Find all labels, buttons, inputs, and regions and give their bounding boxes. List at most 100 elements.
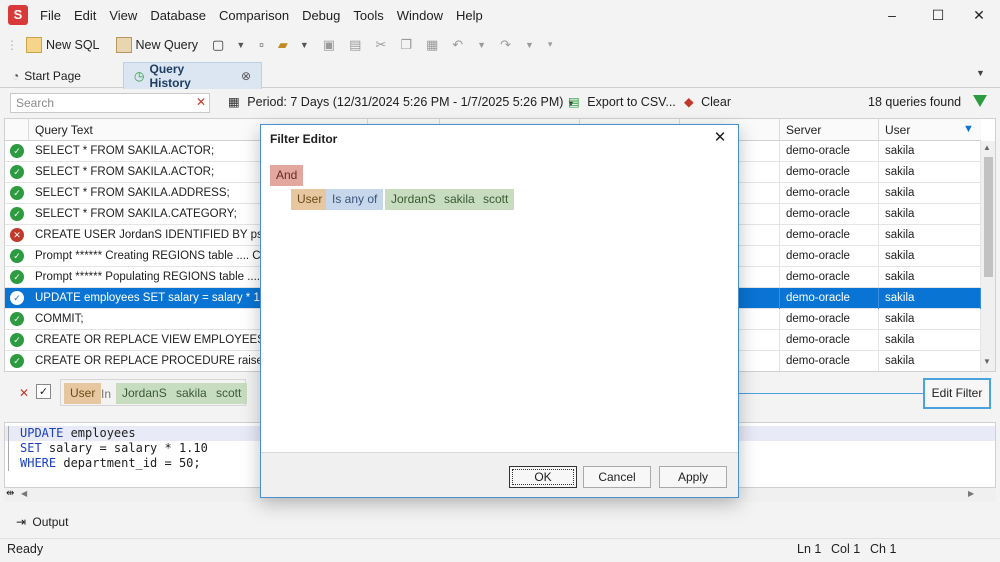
server-cell: demo-oracle xyxy=(780,267,879,288)
tab-start-page[interactable]: ◔ Start Page xyxy=(2,62,91,89)
edit-filter-button[interactable]: Edit Filter xyxy=(923,378,991,409)
filter-tree: And User Is any of JordanS sakila scott xyxy=(261,153,738,452)
condition-field-chip[interactable]: User xyxy=(291,189,329,210)
success-status-icon: ✓ xyxy=(10,186,24,200)
tab-list-chevron-icon[interactable]: ▼ xyxy=(976,68,985,78)
tab-query-history-label: Query History xyxy=(149,62,191,90)
status-column-header[interactable] xyxy=(5,119,29,141)
fold-marker[interactable] xyxy=(5,426,9,471)
user-cell: sakila xyxy=(879,351,981,371)
server-cell: demo-oracle xyxy=(780,246,879,267)
condition-value-chip[interactable]: scott xyxy=(477,189,515,210)
calendar-icon: ▦ xyxy=(228,95,240,109)
queries-found-count: 18 queries found xyxy=(868,95,962,109)
status-ready: Ready xyxy=(7,542,44,556)
menu-help[interactable]: Help xyxy=(456,8,483,23)
server-column-header[interactable]: Server xyxy=(780,119,879,141)
minimize-button[interactable]: – xyxy=(882,5,902,25)
server-cell: demo-oracle xyxy=(780,225,879,246)
user-cell: sakila xyxy=(879,309,981,330)
save-all-icon[interactable]: ▤ xyxy=(349,37,361,53)
period-label: Period: 7 Days (12/31/2024 5:26 PM - 1/7… xyxy=(247,95,564,109)
scrollbar-thumb[interactable] xyxy=(984,157,993,277)
redo-icon[interactable]: ↷ xyxy=(500,37,511,53)
clear-label: Clear xyxy=(701,95,731,109)
group-operator-chip[interactable]: And xyxy=(270,165,304,186)
save-icon[interactable]: ▣ xyxy=(323,37,335,53)
menu-debug[interactable]: Debug xyxy=(302,8,340,23)
chevron-down-icon[interactable]: ▼ xyxy=(300,40,309,50)
split-icon[interactable]: ⇹ xyxy=(6,488,14,499)
new-document-icon[interactable]: ▢ xyxy=(212,37,224,53)
scroll-down-icon[interactable]: ▼ xyxy=(983,357,991,366)
menu-comparison[interactable]: Comparison xyxy=(219,8,289,23)
dialog-close-icon[interactable]: ✕ xyxy=(711,129,729,147)
chevron-down-icon[interactable]: ▼ xyxy=(525,40,534,50)
apply-button[interactable]: Apply xyxy=(659,466,727,488)
cancel-button[interactable]: Cancel xyxy=(583,466,651,488)
app-logo-icon[interactable]: S xyxy=(8,5,28,25)
condition-value-chip[interactable]: sakila xyxy=(438,189,481,210)
new-sql-icon xyxy=(26,36,42,53)
chevron-down-icon[interactable]: ▼ xyxy=(477,40,486,50)
open-folder-icon[interactable]: ▰ xyxy=(278,37,288,53)
error-status-icon: ✕ xyxy=(10,228,24,242)
server-cell: demo-oracle xyxy=(780,162,879,183)
filter-value-chip: JordanS xyxy=(116,383,173,404)
new-file-icon[interactable]: ▫ xyxy=(259,37,264,52)
dialog-footer: OK Cancel Apply xyxy=(261,452,738,497)
new-query-button[interactable]: New Query xyxy=(115,36,199,53)
menu-tools[interactable]: Tools xyxy=(353,8,383,23)
undo-icon[interactable]: ↶ xyxy=(452,37,463,53)
close-tab-icon[interactable]: ⊗ xyxy=(241,69,251,83)
toolbar-overflow-icon[interactable]: ▾ xyxy=(548,39,553,50)
tab-query-history[interactable]: ◷ Query History ⊗ xyxy=(123,62,262,90)
clear-button[interactable]: ◆ Clear xyxy=(684,94,731,109)
user-cell: sakila xyxy=(879,246,981,267)
success-status-icon: ✓ xyxy=(10,333,24,347)
clear-search-icon[interactable]: ✕ xyxy=(196,95,206,109)
collapse-arrow-icon[interactable] xyxy=(973,95,987,107)
scroll-right-icon[interactable]: ▶ xyxy=(968,489,974,498)
history-icon: ◷ xyxy=(134,69,145,83)
paste-icon[interactable]: ▦ xyxy=(426,37,438,53)
remove-filter-icon[interactable]: ✕ xyxy=(19,386,29,400)
success-status-icon: ✓ xyxy=(10,291,24,305)
ok-button[interactable]: OK xyxy=(509,466,577,488)
export-label: Export to CSV... xyxy=(587,95,676,109)
menu-bar: File Edit View Database Comparison Debug… xyxy=(40,0,496,30)
cut-icon[interactable]: ✂ xyxy=(375,37,386,53)
new-sql-label: New SQL xyxy=(46,37,100,52)
server-cell: demo-oracle xyxy=(780,141,879,162)
menu-database[interactable]: Database xyxy=(150,8,206,23)
new-query-label: New Query xyxy=(135,37,199,52)
csv-icon: ▤ xyxy=(568,95,580,109)
export-csv-button[interactable]: ▤ Export to CSV... xyxy=(568,94,676,109)
user-cell: sakila xyxy=(879,162,981,183)
new-sql-button[interactable]: New SQL xyxy=(26,36,100,53)
sql-line-1: UPDATE employees xyxy=(20,426,136,440)
scroll-up-icon[interactable]: ▲ xyxy=(983,143,991,152)
menu-edit[interactable]: Edit xyxy=(74,8,96,23)
server-cell: demo-oracle xyxy=(780,351,879,371)
menu-window[interactable]: Window xyxy=(397,8,443,23)
condition-value-chip[interactable]: JordanS xyxy=(385,189,442,210)
menu-file[interactable]: File xyxy=(40,8,61,23)
menu-view[interactable]: View xyxy=(109,8,137,23)
chevron-down-icon[interactable]: ▼ xyxy=(236,40,245,50)
output-panel-button[interactable]: ⇥ Output xyxy=(16,515,68,529)
filter-funnel-icon[interactable]: ▼ xyxy=(963,123,974,135)
close-window-button[interactable]: ✕ xyxy=(969,5,989,25)
user-cell: sakila xyxy=(879,141,981,162)
period-dropdown[interactable]: ▦ Period: 7 Days (12/31/2024 5:26 PM - 1… xyxy=(228,94,575,109)
condition-operator-chip[interactable]: Is any of xyxy=(326,189,384,210)
filter-expression[interactable]: User In JordanS sakila scott xyxy=(60,379,248,406)
scroll-left-icon[interactable]: ◀ xyxy=(21,489,27,498)
success-status-icon: ✓ xyxy=(10,249,24,263)
search-input[interactable]: Search xyxy=(10,93,210,113)
copy-icon[interactable]: ❐ xyxy=(400,37,412,53)
toolbar-grip-icon: ⋮ xyxy=(6,37,18,52)
maximize-button[interactable]: ☐ xyxy=(928,5,948,25)
user-cell: sakila xyxy=(879,204,981,225)
enable-filter-checkbox[interactable]: ✓ xyxy=(36,384,51,399)
